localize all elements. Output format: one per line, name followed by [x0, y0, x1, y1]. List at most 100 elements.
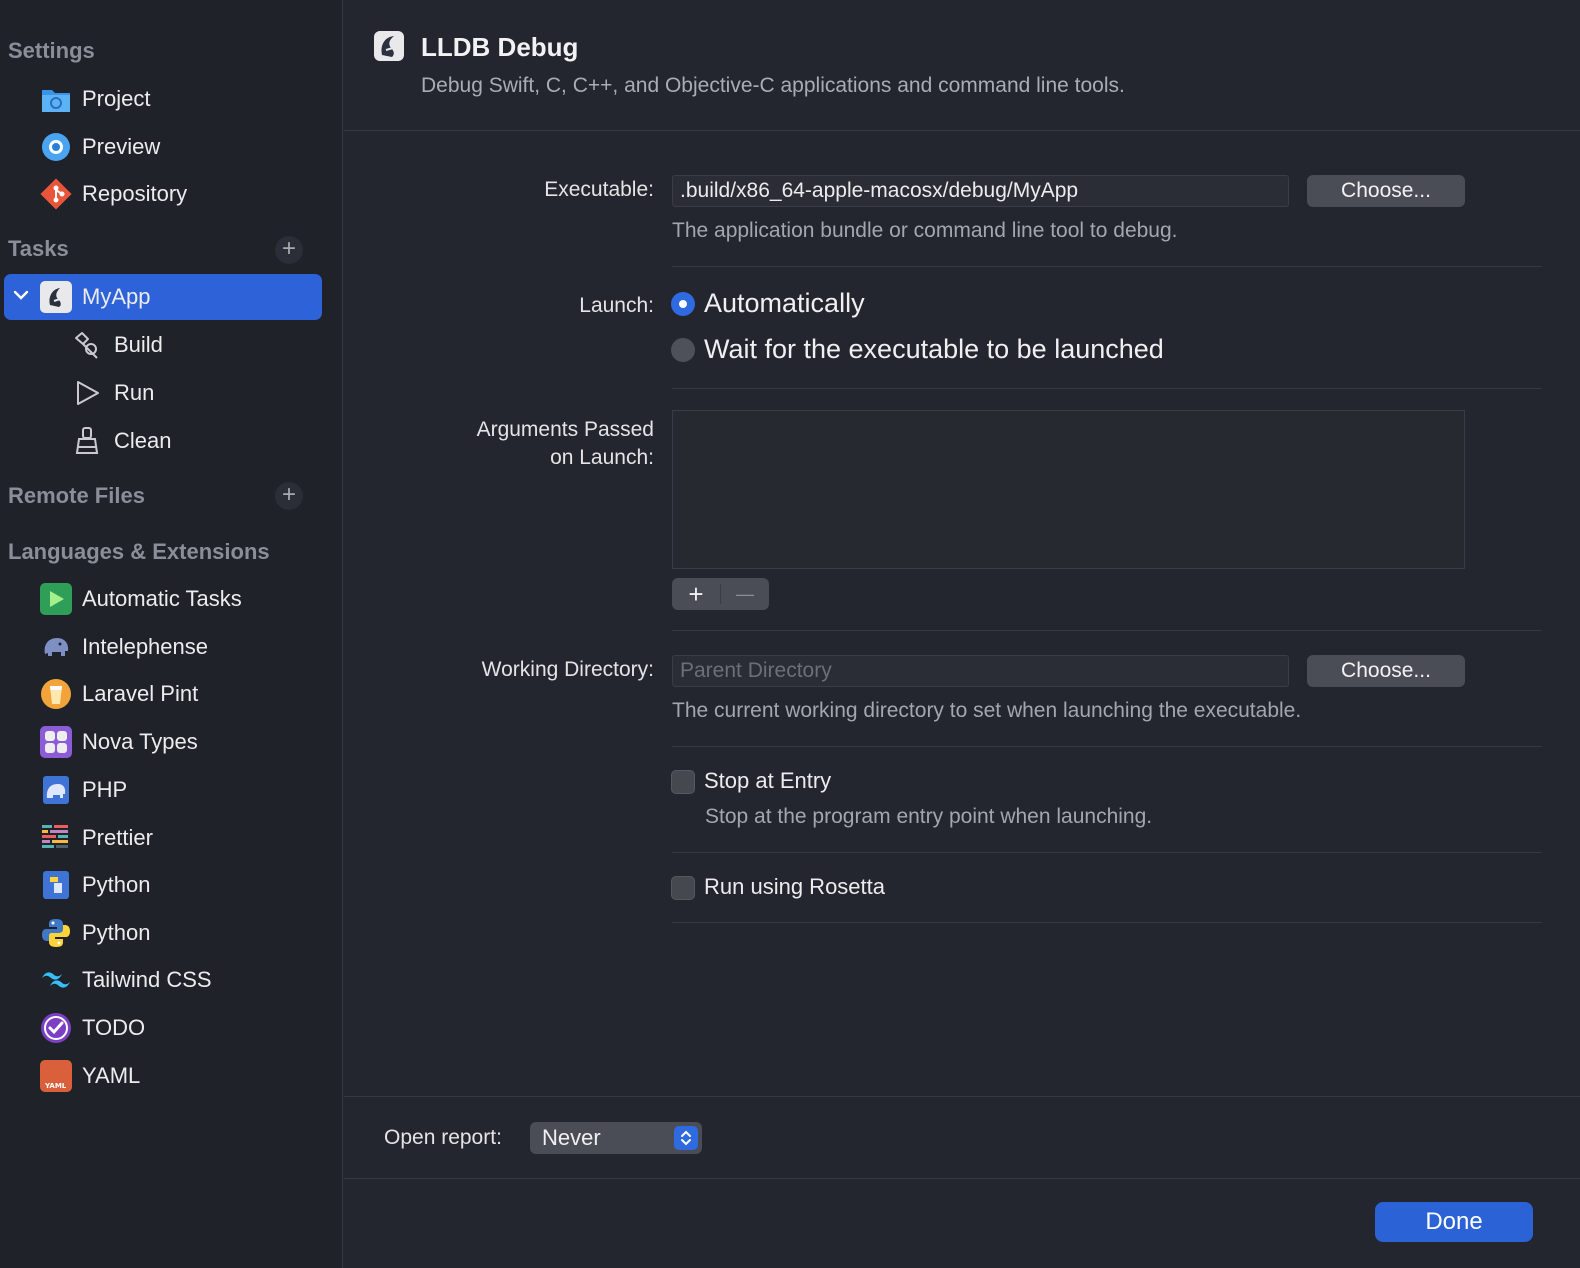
lldb-icon	[40, 281, 72, 313]
sidebar-item-label: Automatic Tasks	[82, 586, 242, 611]
executable-label: Executable:	[544, 178, 654, 201]
divider	[344, 1178, 1580, 1179]
broom-icon	[70, 424, 104, 458]
main-panel: LLDB Debug Debug Swift, C, C++, and Obje…	[344, 0, 1580, 1268]
sidebar-item-build[interactable]: Build	[4, 322, 322, 368]
todo-icon	[40, 1012, 72, 1044]
sidebar-item-label: Project	[82, 86, 151, 111]
sidebar-item-label: YAML	[82, 1063, 141, 1088]
folder-icon	[40, 83, 72, 115]
sidebar-item-label: TODO	[82, 1015, 146, 1040]
remove-argument-button[interactable]: —	[721, 578, 769, 610]
sidebar: Settings Project Preview Repository Task…	[0, 0, 343, 1268]
sidebar-item-automatic-tasks[interactable]: Automatic Tasks	[4, 576, 322, 622]
tailwind-icon	[40, 964, 72, 996]
divider	[672, 746, 1542, 747]
sidebar-item-run[interactable]: Run	[4, 370, 322, 416]
sidebar-item-label: PHP	[82, 777, 128, 802]
divider	[672, 388, 1542, 389]
git-icon	[40, 178, 72, 210]
arguments-list[interactable]	[672, 410, 1465, 569]
arguments-add-remove: + —	[672, 578, 769, 610]
sidebar-item-label: Run	[114, 380, 155, 405]
add-task-button[interactable]: +	[275, 236, 303, 264]
open-report-select[interactable]: Never	[530, 1122, 702, 1154]
sidebar-item-python-2[interactable]: Python	[4, 910, 322, 956]
python-icon	[40, 869, 72, 901]
sidebar-item-project[interactable]: Project	[4, 76, 322, 122]
sidebar-item-tailwind[interactable]: Tailwind CSS	[4, 957, 322, 1003]
lldb-icon	[373, 30, 405, 62]
sidebar-item-label: Nova Types	[82, 729, 198, 754]
updown-arrows-icon	[674, 1126, 698, 1150]
yaml-icon: YAML	[40, 1060, 72, 1092]
sidebar-item-nova-types[interactable]: Nova Types	[4, 719, 322, 765]
working-directory-help: The current working directory to set whe…	[672, 699, 1302, 722]
stop-at-entry-checkbox[interactable]	[671, 770, 695, 794]
section-settings: Settings	[8, 38, 95, 63]
executable-field[interactable]: .build/x86_64-apple-macosx/debug/MyApp	[672, 175, 1289, 207]
divider	[672, 630, 1542, 631]
svg-text:YAML: YAML	[44, 1082, 67, 1090]
divider	[672, 922, 1542, 923]
sidebar-item-preview[interactable]: Preview	[4, 124, 322, 170]
sidebar-item-label: Preview	[82, 134, 161, 159]
sidebar-item-myapp[interactable]: MyApp	[4, 274, 322, 320]
radio-automatically[interactable]	[671, 292, 695, 316]
arguments-label-line2: on Launch:	[550, 446, 654, 469]
launch-label: Launch:	[579, 294, 654, 317]
add-argument-button[interactable]: +	[672, 578, 720, 610]
page-title: LLDB Debug	[421, 32, 579, 62]
sidebar-item-label: Laravel Pint	[82, 681, 199, 706]
sidebar-item-python-1[interactable]: Python	[4, 862, 322, 908]
stop-at-entry-help: Stop at the program entry point when lau…	[705, 805, 1153, 828]
page-subtitle: Debug Swift, C, C++, and Objective-C app…	[421, 74, 1125, 97]
choose-executable-button[interactable]: Choose...	[1307, 175, 1465, 207]
sidebar-item-label: Repository	[82, 181, 188, 206]
working-directory-field[interactable]: Parent Directory	[672, 655, 1289, 687]
sidebar-item-clean[interactable]: Clean	[4, 418, 322, 464]
php-icon	[40, 774, 72, 806]
automatic-tasks-icon	[40, 583, 72, 615]
divider	[344, 1096, 1580, 1097]
sidebar-item-label: Prettier	[82, 825, 153, 850]
radio-wait[interactable]	[671, 338, 695, 362]
python-icon	[40, 917, 72, 949]
preview-icon	[40, 131, 72, 163]
sidebar-item-label: Python	[82, 920, 151, 945]
executable-help: The application bundle or command line t…	[672, 219, 1178, 242]
open-report-label: Open report:	[384, 1126, 502, 1149]
choose-working-directory-button[interactable]: Choose...	[1307, 655, 1465, 687]
sidebar-item-repository[interactable]: Repository	[4, 171, 322, 217]
add-remote-button[interactable]: +	[275, 482, 303, 510]
stop-at-entry-label[interactable]: Stop at Entry	[704, 768, 831, 794]
section-languages: Languages & Extensions	[8, 539, 270, 564]
sidebar-item-label: MyApp	[82, 284, 151, 309]
done-button[interactable]: Done	[1375, 1202, 1533, 1242]
elephant-icon	[40, 631, 72, 663]
play-icon	[70, 376, 104, 410]
sidebar-item-laravel-pint[interactable]: Laravel Pint	[4, 671, 322, 717]
radio-wait-label[interactable]: Wait for the executable to be launched	[704, 334, 1164, 365]
chevron-down-icon[interactable]	[12, 286, 30, 304]
rosetta-label[interactable]: Run using Rosetta	[704, 874, 885, 900]
sidebar-item-todo[interactable]: TODO	[4, 1005, 322, 1051]
divider	[344, 130, 1580, 131]
sidebar-item-yaml[interactable]: YAML YAML	[4, 1053, 322, 1099]
sidebar-item-label: Python	[82, 872, 151, 897]
pint-icon	[40, 678, 72, 710]
arguments-label-line1: Arguments Passed	[476, 418, 654, 441]
sidebar-item-label: Intelephense	[82, 634, 208, 659]
working-directory-label: Working Directory:	[481, 658, 654, 681]
sidebar-item-label: Build	[114, 332, 163, 357]
section-tasks: Tasks	[8, 236, 69, 261]
rosetta-checkbox[interactable]	[671, 876, 695, 900]
nova-types-icon	[40, 726, 72, 758]
sidebar-item-intelephense[interactable]: Intelephense	[4, 624, 322, 670]
sidebar-item-prettier[interactable]: Prettier	[4, 815, 322, 861]
sidebar-item-label: Clean	[114, 428, 172, 453]
section-remote-files: Remote Files	[8, 483, 145, 508]
radio-automatically-label[interactable]: Automatically	[704, 288, 865, 319]
prettier-icon	[40, 822, 72, 854]
sidebar-item-php[interactable]: PHP	[4, 767, 322, 813]
